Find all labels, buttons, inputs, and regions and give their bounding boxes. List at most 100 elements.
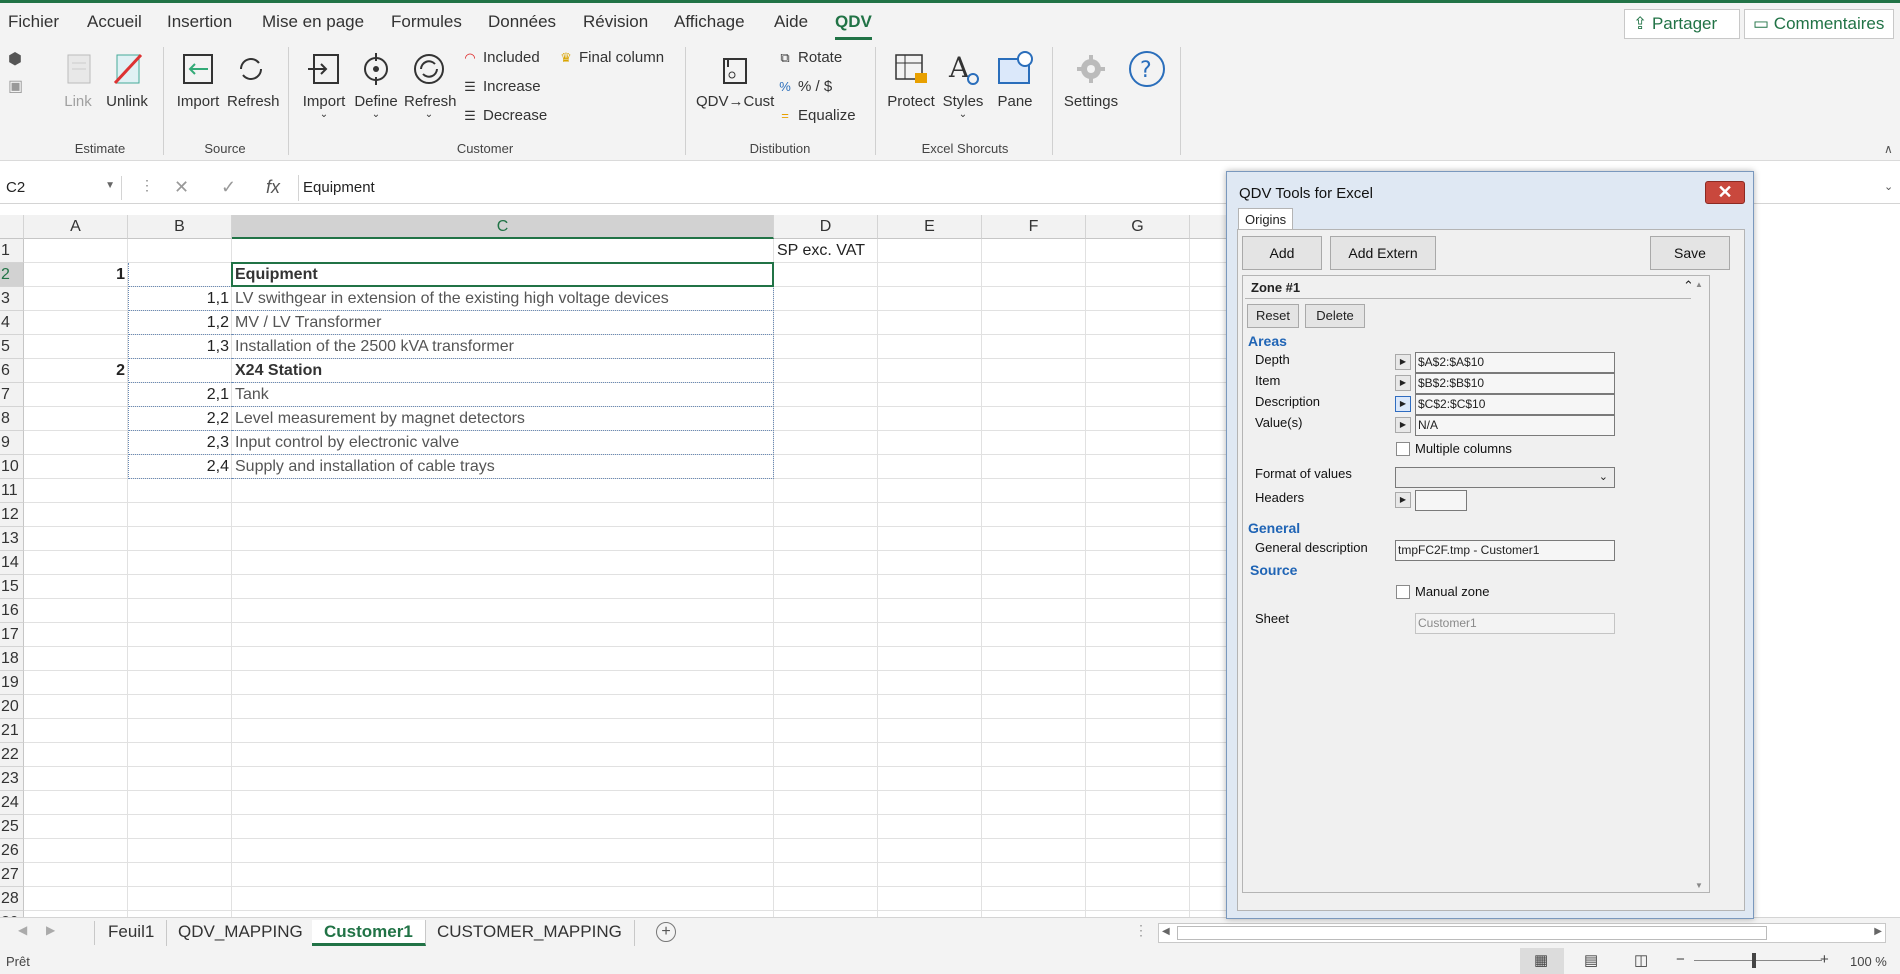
multiple-columns-checkbox[interactable]	[1396, 442, 1410, 456]
cell-d1[interactable]: SP exc. VAT	[774, 239, 898, 263]
menu-aide[interactable]: Aide	[774, 12, 808, 32]
row-header-22[interactable]: 22	[0, 743, 24, 767]
reset-button[interactable]: Reset	[1247, 304, 1299, 328]
row-header-1[interactable]: 1	[0, 239, 24, 263]
zoom-in-icon[interactable]: +	[1820, 951, 1829, 968]
percent-dollar-button[interactable]: %% / $	[777, 78, 832, 95]
horizontal-scrollbar[interactable]: ◀ ▶	[1158, 923, 1886, 943]
splitter-icon[interactable]: ⋮	[1134, 922, 1148, 939]
zoom-slider[interactable]	[1694, 960, 1822, 961]
row-header-10[interactable]: 10	[0, 455, 24, 479]
rotate-button[interactable]: ⧉ Rotate	[777, 49, 842, 66]
menu-fichier[interactable]: Fichier	[8, 12, 59, 32]
cube-icon[interactable]: ⬢	[8, 49, 22, 69]
menu-mise-en-page[interactable]: Mise en page	[262, 12, 364, 32]
column-header-g[interactable]: G	[1086, 215, 1190, 239]
cell-a2[interactable]: 1	[24, 263, 128, 287]
delete-button[interactable]: Delete	[1305, 304, 1365, 328]
qdv-cust-button[interactable]: QDV→Cust	[696, 49, 774, 110]
description-picker-button[interactable]: ▶	[1395, 396, 1411, 412]
customer-define-button[interactable]: Define ⌄	[352, 49, 400, 120]
column-header-e[interactable]: E	[878, 215, 982, 239]
active-cell-selection[interactable]	[231, 262, 774, 287]
row-header-11[interactable]: 11	[0, 479, 24, 503]
depth-picker-button[interactable]: ▶	[1395, 354, 1411, 370]
sheet-tab-customer1[interactable]: Customer1	[312, 920, 426, 946]
row-header-5[interactable]: 5	[0, 335, 24, 359]
vertical-scrollbar[interactable]: ▲ ▼	[1691, 278, 1707, 892]
row-header-2[interactable]: 2	[0, 263, 24, 287]
row-header-12[interactable]: 12	[0, 503, 24, 527]
cell-a9[interactable]	[24, 431, 128, 455]
menu-formules[interactable]: Formules	[391, 12, 462, 32]
share-button[interactable]: ⇪ Partager	[1624, 9, 1740, 39]
description-field[interactable]: $C$2:$C$10	[1415, 394, 1615, 415]
zoom-slider-thumb[interactable]	[1752, 953, 1756, 968]
cancel-icon[interactable]: ✕	[174, 177, 189, 198]
general-description-field[interactable]: tmpFC2F.tmp - Customer1	[1395, 540, 1615, 561]
page-break-icon[interactable]: ◫	[1634, 951, 1648, 969]
scroll-right-icon[interactable]: ▶	[1874, 926, 1882, 937]
cell-a10[interactable]	[24, 455, 128, 479]
select-all-corner[interactable]	[0, 215, 24, 239]
link-button[interactable]: Link	[58, 49, 98, 110]
row-header-20[interactable]: 20	[0, 695, 24, 719]
column-header-f[interactable]: F	[982, 215, 1086, 239]
function-icon[interactable]: fx	[266, 177, 280, 198]
zoom-out-icon[interactable]: −	[1676, 951, 1685, 968]
item-field[interactable]: $B$2:$B$10	[1415, 373, 1615, 394]
styles-button[interactable]: A Styles ⌄	[940, 49, 986, 120]
row-header-26[interactable]: 26	[0, 839, 24, 863]
formula-input[interactable]: Equipment	[303, 179, 375, 196]
unlink-button[interactable]: Unlink	[105, 49, 149, 110]
name-box[interactable]: C2 ▼	[0, 176, 122, 200]
pane-button[interactable]: Pane	[992, 49, 1038, 110]
tab-origins[interactable]: Origins	[1238, 208, 1294, 230]
cell-a4[interactable]	[24, 311, 128, 335]
row-header-15[interactable]: 15	[0, 575, 24, 599]
manual-zone-checkbox[interactable]	[1396, 585, 1410, 599]
row-header-17[interactable]: 17	[0, 623, 24, 647]
protect-button[interactable]: Protect	[886, 49, 936, 110]
equalize-button[interactable]: = Equalize	[777, 107, 855, 124]
row-header-4[interactable]: 4	[0, 311, 24, 335]
save-button[interactable]: Save	[1650, 236, 1730, 270]
cell-a8[interactable]	[24, 407, 128, 431]
cell-a3[interactable]	[24, 287, 128, 311]
row-header-18[interactable]: 18	[0, 647, 24, 671]
cell-a6[interactable]: 2	[24, 359, 128, 383]
monitor-icon[interactable]: ▣	[8, 76, 23, 96]
worksheet-grid[interactable]: ABCDEFGHIJKLMN12345678910111213141516171…	[0, 215, 1226, 917]
chevron-down-icon[interactable]: ▼	[105, 180, 115, 191]
zoom-level[interactable]: 100 %	[1850, 954, 1887, 969]
collapse-ribbon-icon[interactable]: ∧	[1884, 142, 1893, 156]
customer-refresh-button[interactable]: Refresh ⌄	[404, 49, 457, 120]
cell-a7[interactable]	[24, 383, 128, 407]
menu-qdv[interactable]: QDV	[835, 12, 872, 40]
row-header-13[interactable]: 13	[0, 527, 24, 551]
customer-import-button[interactable]: Import ⌄	[300, 49, 348, 120]
depth-field[interactable]: $A$2:$A$10	[1415, 352, 1615, 373]
menu-donnees[interactable]: Données	[488, 12, 556, 32]
source-refresh-button[interactable]: Refresh	[227, 49, 280, 110]
sheet-tab-feuil1[interactable]: Feuil1	[96, 920, 168, 946]
view-normal-button[interactable]: ▦	[1520, 948, 1564, 974]
column-header-c[interactable]: C	[232, 215, 774, 239]
sheet-tab-qdv-mapping[interactable]: QDV_MAPPING	[166, 920, 316, 946]
scroll-up-icon[interactable]: ▲	[1695, 280, 1703, 289]
row-header-8[interactable]: 8	[0, 407, 24, 431]
decrease-button[interactable]: ☰ Decrease	[462, 107, 547, 124]
format-of-values-select[interactable]: ⌄	[1395, 467, 1615, 488]
row-header-28[interactable]: 28	[0, 887, 24, 911]
headers-picker-button[interactable]: ▶	[1395, 492, 1411, 508]
add-sheet-icon[interactable]: +	[656, 922, 676, 942]
values-field[interactable]: N/A	[1415, 415, 1615, 436]
scroll-left-icon[interactable]: ◀	[18, 923, 27, 937]
scroll-down-icon[interactable]: ▼	[1695, 881, 1703, 890]
menu-revision[interactable]: Révision	[583, 12, 648, 32]
menu-insertion[interactable]: Insertion	[167, 12, 232, 32]
row-header-21[interactable]: 21	[0, 719, 24, 743]
final-column-button[interactable]: ♛ Final column	[558, 49, 664, 66]
row-header-19[interactable]: 19	[0, 671, 24, 695]
row-header-23[interactable]: 23	[0, 767, 24, 791]
